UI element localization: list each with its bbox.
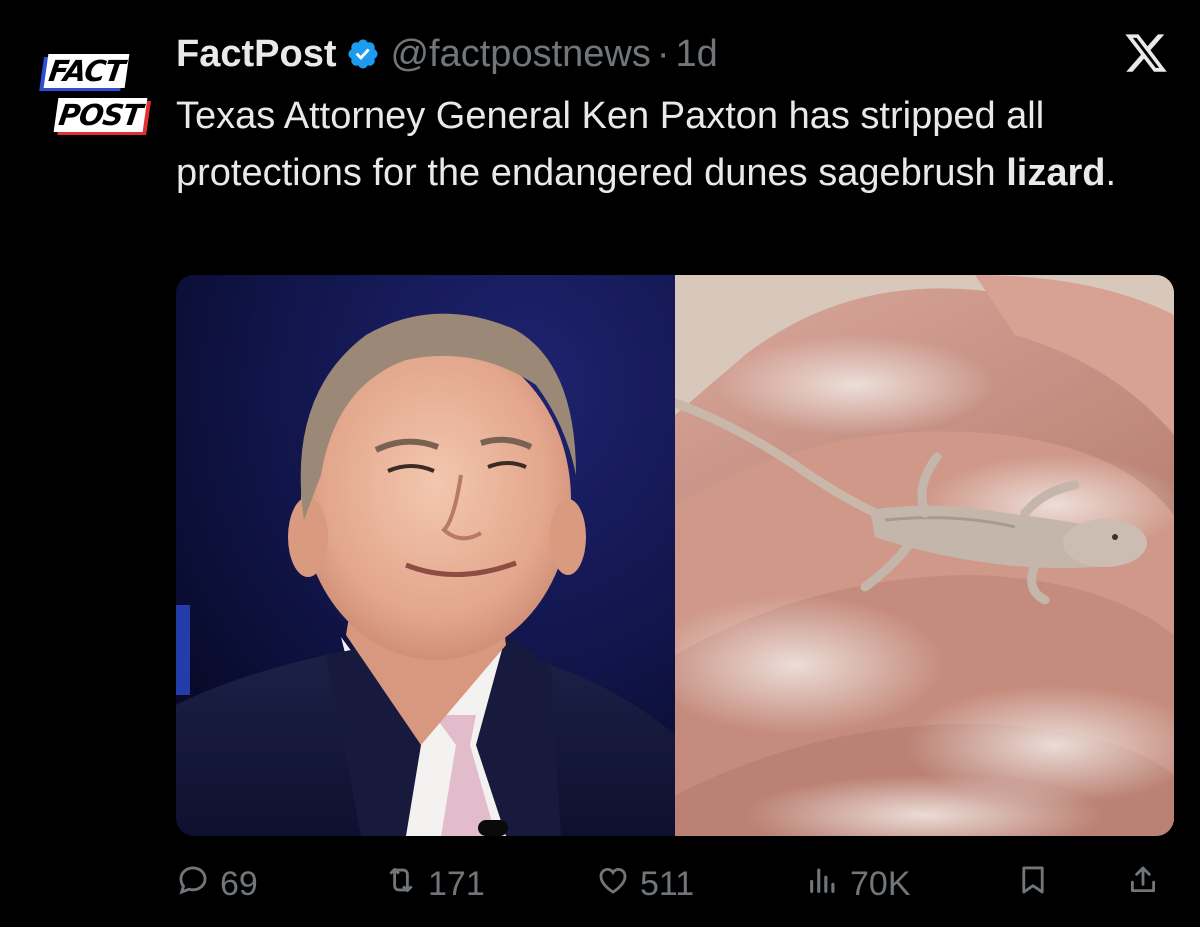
tweet-text-main: Texas Attorney General Ken Paxton has st… bbox=[176, 95, 1045, 194]
repost-button[interactable]: 171 bbox=[384, 858, 485, 910]
tweet-header: FactPost @factpostnews · 1d bbox=[176, 30, 718, 78]
x-logo-icon bbox=[1122, 30, 1170, 76]
share-button[interactable] bbox=[1126, 858, 1160, 910]
like-button[interactable]: 511 bbox=[596, 858, 694, 910]
tweet-text-bold: lizard bbox=[1006, 152, 1106, 194]
heart-icon bbox=[596, 863, 640, 906]
views-button[interactable]: 70K bbox=[806, 858, 911, 910]
verified-badge-icon bbox=[346, 37, 380, 71]
bookmark-button[interactable] bbox=[1016, 858, 1050, 910]
avatar-text-fact: FACT bbox=[43, 54, 130, 88]
avatar[interactable]: FACT POST bbox=[40, 46, 147, 150]
repost-icon bbox=[384, 863, 428, 906]
handle[interactable]: @factpostnews bbox=[390, 33, 650, 76]
tweet-text-end: . bbox=[1105, 152, 1117, 194]
share-icon bbox=[1126, 863, 1160, 906]
avatar-text-post: POST bbox=[53, 98, 147, 132]
display-name[interactable]: FactPost bbox=[176, 33, 336, 76]
timestamp[interactable]: 1d bbox=[676, 33, 718, 76]
tweet-card[interactable]: FACT POST FactPost @factpostnews · 1d Te… bbox=[0, 0, 1200, 927]
tweet-text: Texas Attorney General Ken Paxton has st… bbox=[176, 88, 1156, 202]
reply-button[interactable]: 69 bbox=[176, 858, 258, 910]
lizard-in-hand-photo[interactable] bbox=[675, 275, 1174, 836]
repost-count: 171 bbox=[428, 864, 485, 903]
reply-icon bbox=[176, 863, 220, 906]
views-chart-icon bbox=[806, 863, 850, 906]
bookmark-icon bbox=[1016, 863, 1050, 906]
header-separator: · bbox=[656, 32, 670, 75]
reply-count: 69 bbox=[220, 864, 258, 903]
action-bar: 69 171 511 70K bbox=[176, 858, 1176, 910]
man-in-suit-photo[interactable] bbox=[176, 275, 675, 836]
like-count: 511 bbox=[640, 864, 695, 903]
views-count: 70K bbox=[850, 864, 911, 903]
media-grid[interactable] bbox=[176, 275, 1174, 836]
